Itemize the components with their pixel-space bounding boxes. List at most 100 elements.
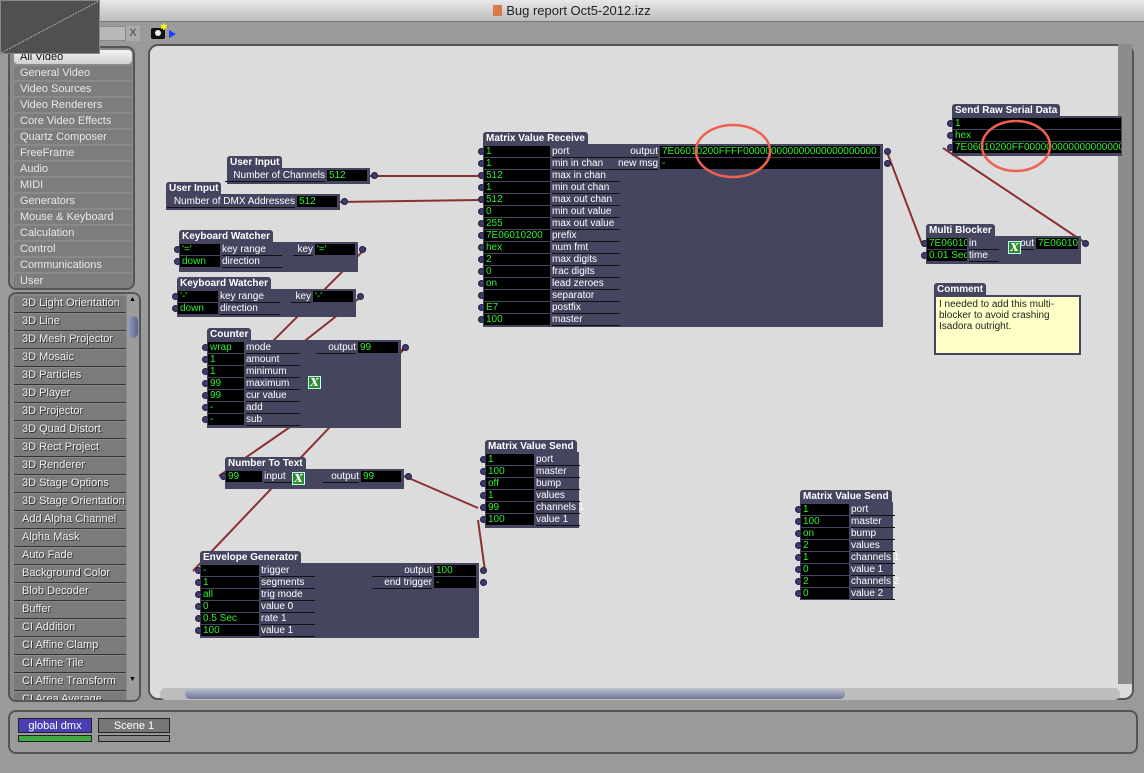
output-port[interactable]	[341, 198, 348, 205]
scroll-thumb[interactable]	[128, 316, 138, 338]
input-value-field[interactable]: 7E06010200	[484, 230, 550, 241]
input-value-field[interactable]: 1	[486, 490, 534, 501]
actor-list-item[interactable]: CI Addition	[14, 620, 126, 637]
output-port[interactable]	[359, 246, 366, 253]
category-item[interactable]: Video Sources	[14, 82, 132, 96]
input-value-field[interactable]: 100	[201, 625, 259, 636]
play-arrow-icon[interactable]	[169, 30, 176, 38]
actor-list-scrollbar[interactable]: ▲ ▼	[127, 294, 139, 700]
output-port[interactable]	[480, 579, 487, 586]
input-value-field[interactable]: 1	[953, 118, 1121, 129]
actor-list-item[interactable]: 3D Particles	[14, 368, 126, 385]
input-value-field[interactable]: 0.01 Sec	[927, 250, 967, 261]
input-value-field[interactable]: hex	[484, 242, 550, 253]
actor-list-item[interactable]: 3D Stage Options	[14, 476, 126, 493]
actor-list-item[interactable]: 3D Line	[14, 314, 126, 331]
input-value-field[interactable]: 512	[484, 194, 550, 205]
input-value-field[interactable]: 1	[484, 158, 550, 169]
actor-list-item[interactable]: 3D Projector	[14, 404, 126, 421]
input-value-field[interactable]: 0	[484, 266, 550, 277]
category-item[interactable]: FreeFrame	[14, 146, 132, 160]
input-value-field[interactable]: -	[208, 414, 244, 425]
input-value-field[interactable]: 7E06010	[927, 238, 967, 249]
actor-list-item[interactable]: 3D Stage Orientation	[14, 494, 126, 511]
output-port[interactable]	[405, 473, 412, 480]
input-value-field[interactable]: '-'	[178, 291, 218, 302]
input-value-field[interactable]: on	[484, 278, 550, 289]
actor-list-item[interactable]: Alpha Mask	[14, 530, 126, 547]
input-value-field[interactable]: down	[178, 303, 218, 314]
input-value-field[interactable]: 512	[484, 170, 550, 181]
output-port[interactable]	[884, 148, 891, 155]
scroll-thumb[interactable]	[185, 689, 845, 699]
scroll-up-arrow-icon[interactable]: ▲	[129, 296, 136, 303]
input-value-field[interactable]: wrap	[208, 342, 244, 353]
input-value-field[interactable]: 100	[486, 514, 534, 525]
actor-list-item[interactable]: Add Alpha Channel	[14, 512, 126, 529]
input-value-field[interactable]: 0	[801, 588, 849, 599]
actor-list-item[interactable]: 3D Quad Distort	[14, 422, 126, 439]
input-value-field[interactable]: 2	[801, 540, 849, 551]
actor-envelope-generator[interactable]: Envelope Generator - trigger 1 segments all tr…	[0, 0, 487, 638]
input-value-field[interactable]: 255	[484, 218, 550, 229]
category-item[interactable]: Mouse & Keyboard	[14, 210, 132, 224]
input-value-field[interactable]: 99	[486, 502, 534, 513]
input-value-field[interactable]: down	[180, 256, 220, 267]
category-item[interactable]: Communications	[14, 258, 132, 272]
scene-button-global-dmx[interactable]: global dmx	[18, 718, 92, 733]
input-value-field[interactable]: E7	[484, 302, 550, 313]
input-value-field[interactable]: 1	[486, 454, 534, 465]
actor-list-item[interactable]: CI Affine Transform	[14, 674, 126, 691]
input-value-field[interactable]	[484, 290, 550, 301]
actor-list-item[interactable]: 3D Rect Project	[14, 440, 126, 457]
input-value-field[interactable]: 7E06010200FF00000000000000000000	[953, 142, 1121, 153]
category-item[interactable]: Generators	[14, 194, 132, 208]
actor-list-item[interactable]: CI Affine Tile	[14, 656, 126, 673]
input-value-field[interactable]: '='	[180, 244, 220, 255]
actor-list-item[interactable]: 3D Mesh Projector	[14, 332, 126, 349]
input-value-field[interactable]: hex	[953, 130, 1121, 141]
category-item[interactable]: General Video	[14, 66, 132, 80]
category-item[interactable]: Quartz Composer	[14, 130, 132, 144]
input-value-field[interactable]: -	[208, 402, 244, 413]
input-value-field[interactable]: 100	[484, 314, 550, 325]
actor-list-item[interactable]: 3D Light Orientation	[14, 296, 126, 313]
category-item[interactable]: Audio	[14, 162, 132, 176]
snapshot-camera-icon[interactable]: ✱	[151, 22, 168, 39]
input-value-field[interactable]: 2	[801, 576, 849, 587]
input-value-field[interactable]: 0	[201, 601, 259, 612]
category-item[interactable]: User	[14, 274, 132, 288]
input-value-field[interactable]: 0.5 Sec	[201, 613, 259, 624]
category-item[interactable]: Calculation	[14, 226, 132, 240]
scene-button-scene-1[interactable]: Scene 1	[98, 718, 170, 733]
category-item[interactable]: Core Video Effects	[14, 114, 132, 128]
actor-list-item[interactable]: 3D Player	[14, 386, 126, 403]
input-value-field[interactable]: 1	[484, 182, 550, 193]
output-port[interactable]	[357, 293, 364, 300]
input-value-field[interactable]: 99	[208, 378, 244, 389]
canvas-horizontal-scrollbar[interactable]	[160, 688, 1120, 700]
actor-list-item[interactable]: 3D Renderer	[14, 458, 126, 475]
input-value-field[interactable]: 1	[801, 504, 849, 515]
comment-text[interactable]: I needed to add this multi-blocker to av…	[934, 295, 1081, 355]
actor-list-item[interactable]: Blob Decoder	[14, 584, 126, 601]
category-item[interactable]: Control	[14, 242, 132, 256]
input-value-field[interactable]: 1	[484, 146, 550, 157]
input-value-field[interactable]: 2	[484, 254, 550, 265]
actor-list-item[interactable]: 3D Mosaic	[14, 350, 126, 367]
input-value-field[interactable]: 0	[801, 564, 849, 575]
input-value-field[interactable]: 1	[801, 552, 849, 563]
output-port[interactable]	[371, 172, 378, 179]
input-value-field[interactable]: 100	[486, 466, 534, 477]
input-value-field[interactable]: 1	[208, 366, 244, 377]
input-value-field[interactable]: 0	[484, 206, 550, 217]
output-port[interactable]	[884, 160, 891, 167]
input-value-field[interactable]: -	[201, 565, 259, 576]
actor-list-item[interactable]: CI Area Average	[14, 692, 126, 700]
envelope-graph[interactable]	[0, 0, 100, 54]
output-port[interactable]	[1082, 240, 1089, 247]
scroll-down-arrow-icon[interactable]: ▼	[129, 676, 136, 683]
actor-list-item[interactable]: Buffer	[14, 602, 126, 619]
input-value-field[interactable]: all	[201, 589, 259, 600]
output-port[interactable]	[480, 567, 487, 574]
